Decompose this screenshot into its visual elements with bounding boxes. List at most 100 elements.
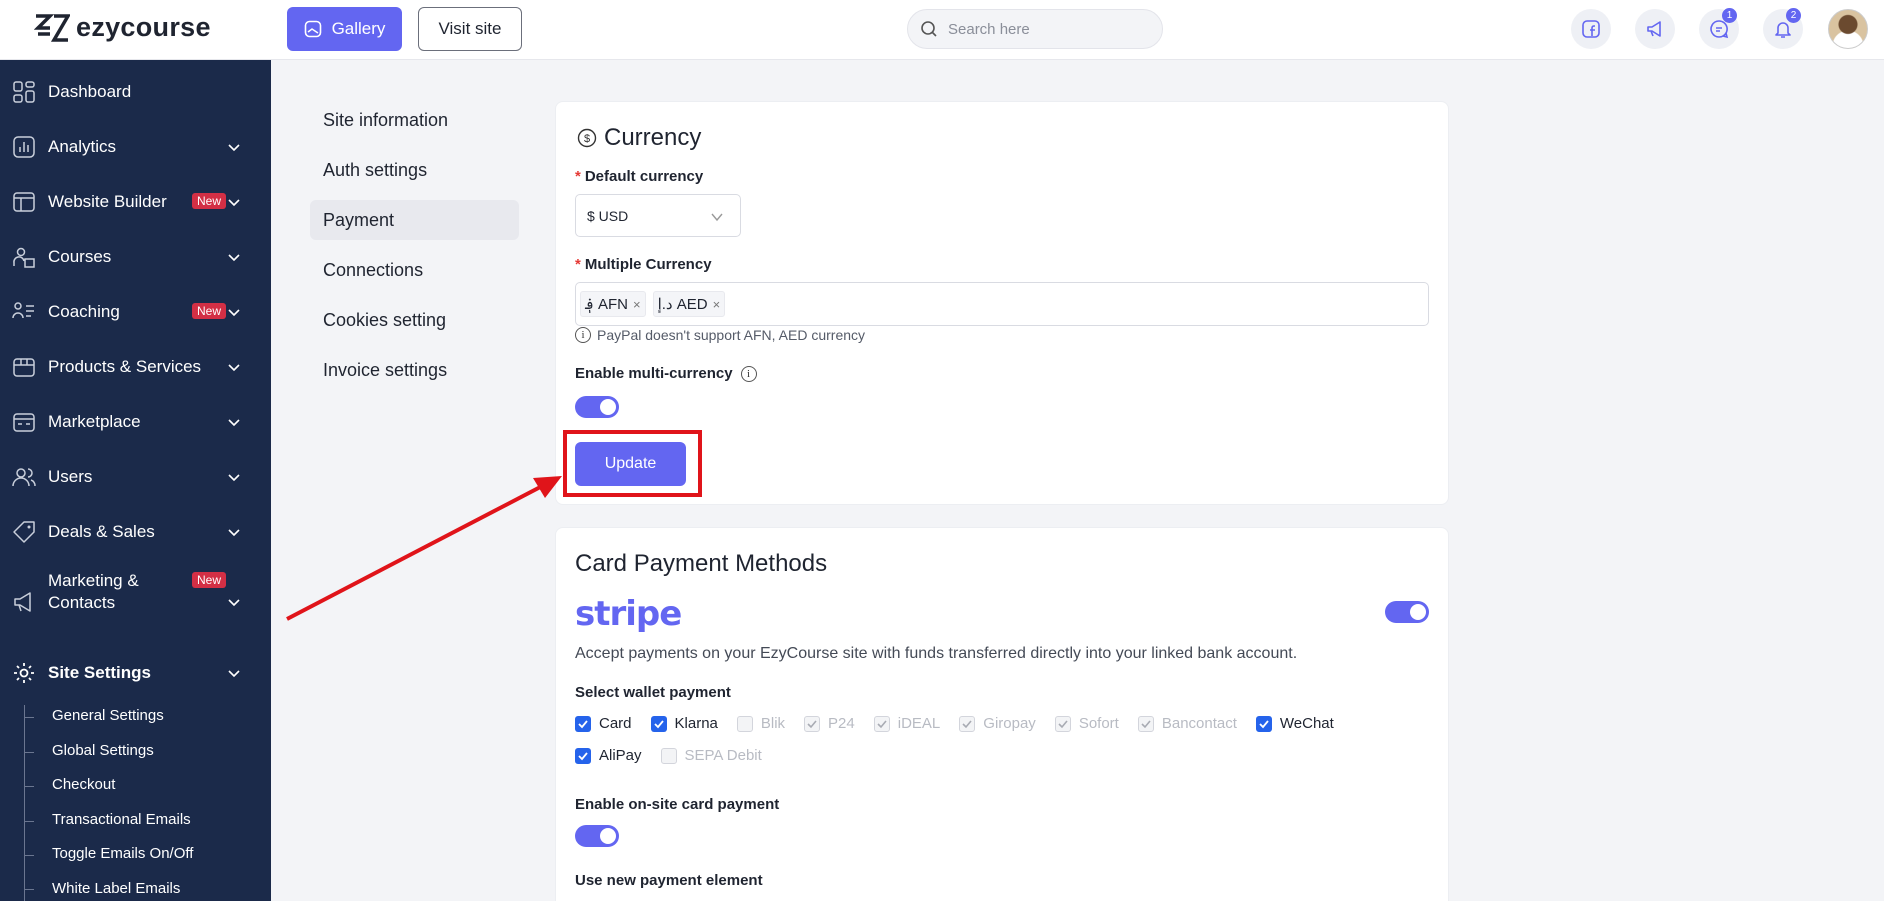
wallet-option-card[interactable]: Card — [575, 715, 632, 732]
ezycourse-logo-icon — [34, 13, 70, 42]
sidebar-item-users[interactable]: Users — [0, 459, 271, 495]
chevron-down-icon — [228, 599, 240, 607]
user-avatar[interactable] — [1828, 9, 1868, 49]
new-badge: New — [192, 572, 227, 588]
wallet-options-row-1: Card Klarna Blik P24 iDEAL Giropay Sofor… — [575, 715, 1353, 732]
sidebar-item-dashboard[interactable]: Dashboard — [0, 74, 271, 110]
currency-tag-label: ؋ AFN — [585, 296, 628, 313]
submenu-tree-line — [24, 705, 25, 901]
info-icon: i — [575, 327, 591, 343]
chevron-down-icon — [228, 199, 240, 207]
website-builder-icon — [13, 192, 35, 212]
sidebar-item-label: Site Settings — [48, 663, 151, 682]
paypal-hint-text: PayPal doesn't support AFN, AED currency — [597, 327, 866, 343]
remove-tag-icon[interactable]: × — [713, 297, 721, 312]
sidebar-subitem-white-label-emails[interactable]: White Label Emails — [52, 880, 180, 897]
wallet-option-blik: Blik — [736, 715, 785, 732]
submenu-tree-tick — [24, 717, 34, 718]
logo[interactable]: ezycourse — [34, 12, 211, 43]
currency-title: Currency — [604, 124, 702, 151]
sidebar-item-site-settings[interactable]: Site Settings — [0, 655, 271, 691]
megaphone-icon — [1647, 21, 1661, 37]
settings-menu-connections[interactable]: Connections — [310, 250, 519, 290]
sidebar-subitem-toggle-emails[interactable]: Toggle Emails On/Off — [52, 845, 193, 862]
multiple-currency-select[interactable]: ؋ AFN × د.إ AED × — [575, 282, 1429, 326]
users-icon — [12, 468, 36, 487]
info-icon[interactable]: i — [740, 365, 757, 382]
chevron-down-icon — [228, 529, 240, 537]
sidebar-subitem-checkout[interactable]: Checkout — [52, 776, 115, 793]
sidebar-item-label: Website Builder — [48, 192, 167, 211]
sidebar-item-website-builder[interactable]: Website Builder New — [0, 184, 271, 220]
new-badge: New — [192, 193, 227, 209]
messages-badge: 1 — [1722, 8, 1737, 23]
checkbox-checked-icon[interactable] — [650, 715, 667, 732]
checkbox-checked-icon[interactable] — [575, 747, 591, 764]
submenu-tree-tick — [24, 855, 34, 856]
sidebar-subitem-general-settings[interactable]: General Settings — [52, 707, 164, 724]
sidebar-item-products-services[interactable]: Products & Services — [0, 349, 271, 385]
settings-menu-site-information[interactable]: Site information — [310, 100, 519, 140]
default-currency-select[interactable]: $ USD — [575, 194, 741, 237]
analytics-icon — [13, 136, 35, 158]
gallery-button[interactable]: Gallery — [287, 7, 402, 51]
checkbox-checked-icon[interactable] — [1255, 715, 1272, 732]
chevron-down-icon — [711, 213, 723, 222]
sidebar-item-label: Coaching — [48, 302, 120, 321]
sidebar-item-marketplace[interactable]: Marketplace — [0, 404, 271, 440]
sidebar-item-coaching[interactable]: Coaching New — [0, 294, 271, 330]
settings-menu-invoice-settings[interactable]: Invoice settings — [310, 350, 519, 390]
sidebar-subitem-transactional-emails[interactable]: Transactional Emails — [52, 811, 191, 828]
search-icon — [921, 21, 937, 37]
search-box — [907, 9, 1163, 49]
checkbox-checked-disabled-icon — [873, 715, 890, 732]
sidebar-item-courses[interactable]: Courses — [0, 239, 271, 275]
svg-text:$: $ — [584, 133, 590, 145]
checkbox-checked-disabled-icon — [1054, 715, 1071, 732]
announcement-button[interactable] — [1635, 9, 1675, 49]
currency-tag-label: د.إ AED — [657, 296, 708, 313]
marketing-icon — [14, 592, 31, 612]
chevron-down-icon — [228, 254, 240, 262]
currency-tag: ؋ AFN × — [580, 291, 646, 317]
sidebar-item-marketing-contacts[interactable]: Marketing & Contacts New — [0, 571, 271, 620]
sidebar-item-label: Dashboard — [48, 82, 132, 101]
visit-site-button[interactable]: Visit site — [418, 7, 522, 51]
currency-tag: د.إ AED × — [652, 291, 726, 317]
search-input[interactable] — [948, 20, 1138, 38]
wallet-option-sepa-debit: SEPA Debit — [660, 747, 762, 764]
checkbox-checked-disabled-icon — [959, 715, 976, 732]
settings-menu-payment[interactable]: Payment — [310, 200, 519, 240]
new-badge: New — [192, 303, 227, 319]
sidebar-item-deals-sales[interactable]: Deals & Sales — [0, 514, 271, 550]
wallet-options-row-2: AliPay SEPA Debit — [575, 747, 781, 764]
sidebar-subitem-global-settings[interactable]: Global Settings — [52, 742, 154, 759]
wallet-payment-label: Select wallet payment — [575, 684, 731, 701]
remove-tag-icon[interactable]: × — [633, 297, 641, 312]
submenu-tree-tick — [24, 889, 34, 890]
default-currency-value: $ USD — [587, 207, 629, 224]
wallet-option-alipay[interactable]: AliPay — [575, 747, 642, 764]
onsite-card-payment-label: Enable on-site card payment — [575, 796, 780, 813]
messages-button[interactable]: 1 — [1699, 8, 1739, 49]
checkbox-checked-icon[interactable] — [575, 715, 591, 732]
brand-name: ezycourse — [76, 12, 211, 42]
sidebar-item-label: Marketing & — [48, 571, 139, 590]
chevron-down-icon — [228, 474, 240, 482]
wallet-option-wechat[interactable]: WeChat — [1255, 715, 1334, 732]
sidebar-item-label: Marketplace — [48, 412, 141, 431]
submenu-tree-tick — [24, 752, 34, 753]
onsite-card-payment-toggle[interactable] — [575, 825, 619, 847]
submenu-tree-tick — [24, 821, 34, 822]
chevron-down-icon — [228, 309, 240, 317]
notifications-button[interactable]: 2 — [1763, 8, 1803, 49]
facebook-button[interactable] — [1571, 9, 1611, 49]
stripe-logo: stripe — [575, 594, 682, 634]
gallery-button-label: Gallery — [331, 19, 386, 38]
multi-currency-toggle[interactable] — [575, 396, 619, 418]
settings-menu-cookies-setting[interactable]: Cookies setting — [310, 300, 519, 340]
settings-menu-auth-settings[interactable]: Auth settings — [310, 150, 519, 190]
sidebar-item-analytics[interactable]: Analytics — [0, 129, 271, 165]
stripe-toggle[interactable] — [1385, 601, 1429, 623]
wallet-option-klarna[interactable]: Klarna — [650, 715, 718, 732]
